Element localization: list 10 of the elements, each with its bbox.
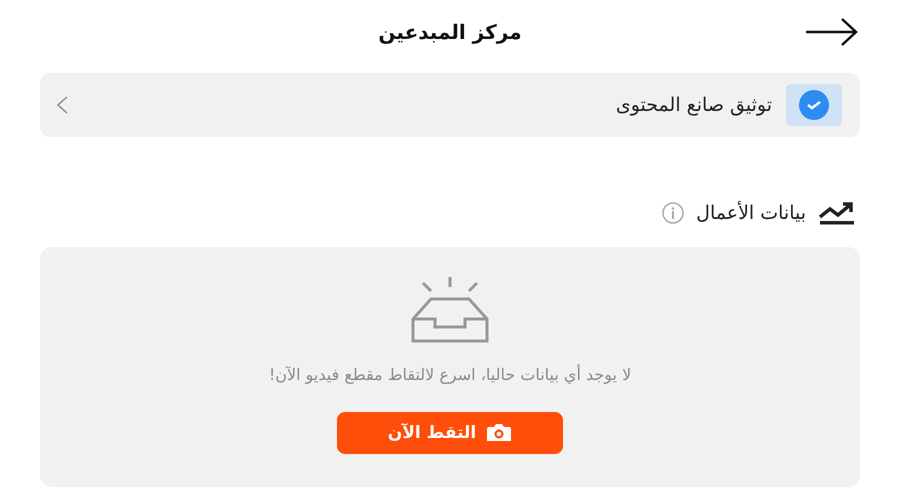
camera-icon [486, 423, 512, 443]
verification-row[interactable]: توثيق صانع المحتوى [40, 73, 860, 137]
chevron-icon [56, 95, 68, 115]
empty-message: لا يوجد أي بيانات حاليا، اسرع لالتقاط مقطع فيديو الآن! [268, 365, 632, 384]
check-icon [798, 89, 830, 121]
page-title: مركز المبدعين [378, 20, 522, 44]
trend-chart-icon [818, 200, 856, 226]
back-button[interactable] [804, 17, 860, 47]
verification-label: توثيق صانع المحتوى [614, 94, 772, 116]
section-title: بيانات الأعمال [696, 202, 806, 224]
